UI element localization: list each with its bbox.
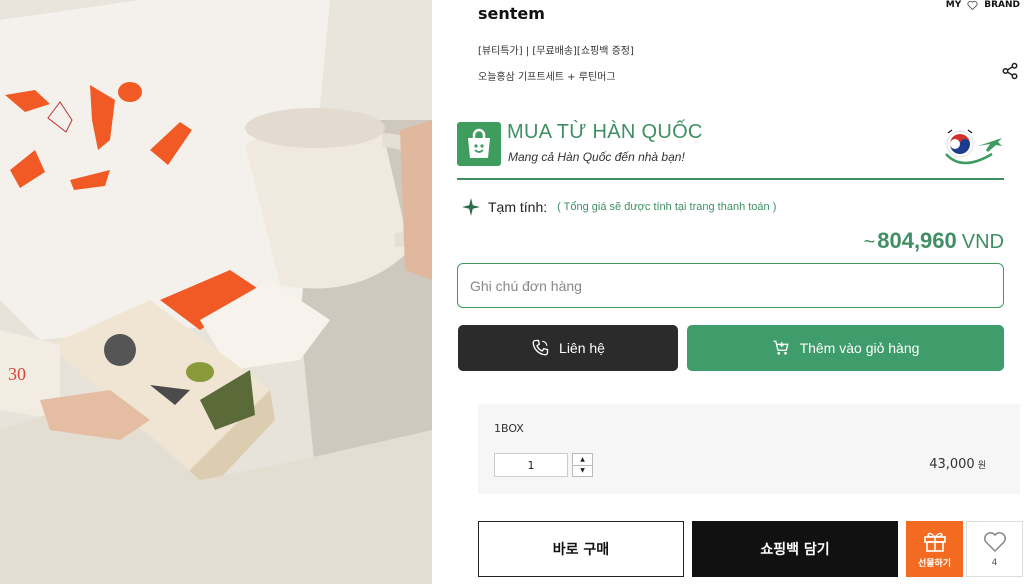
estimated-price: ~ 804,960 VND [864, 228, 1004, 254]
gift-icon [923, 532, 946, 552]
brand-link[interactable]: BRAND [984, 0, 1020, 10]
top-nav: MY BRAND [946, 0, 1020, 10]
quantity-input[interactable]: 1 [494, 453, 568, 477]
selected-option-box: 1BOX 1 ▲ ▼ 43,000 원 [478, 404, 1020, 494]
quantity-up-icon[interactable]: ▲ [573, 454, 592, 465]
box-number: 30 [8, 364, 26, 384]
product-title: 오늘홍삼 기프트세트 + 루틴머그 [478, 72, 616, 83]
quantity-arrows: ▲ ▼ [572, 453, 593, 477]
korea-import-banner: MUA TỪ HÀN QUỐC Mang cả Hàn Quốc đến nhà… [457, 118, 1004, 180]
estimate-label: Tạm tính: [488, 199, 548, 215]
gift-label: 선물하기 [917, 558, 952, 569]
add-to-cart-label: Thêm vào giỏ hàng [799, 340, 920, 356]
shopping-bag-icon [457, 122, 501, 166]
estimate-row: Tạm tính: ( Tổng giá sẽ được tính tại tr… [462, 198, 776, 216]
option-price: 43,000 원 [929, 457, 986, 472]
quantity-down-icon[interactable]: ▼ [573, 464, 592, 477]
cart-icon [773, 340, 789, 355]
buy-now-button[interactable]: 바로 구매 [478, 521, 684, 577]
banner-title: MUA TỪ HÀN QUỐC [507, 121, 703, 143]
price-value: 804,960 [877, 228, 957, 253]
sparkle-icon [462, 198, 480, 216]
brand-name[interactable]: sentem [478, 4, 545, 23]
heart-icon[interactable] [967, 0, 978, 10]
phone-icon [532, 339, 549, 356]
banner-subtitle: Mang cả Hàn Quốc đến nhà bạn! [508, 150, 685, 164]
wishlist-count: 4 [991, 557, 998, 568]
wishlist-button[interactable]: 4 [966, 521, 1023, 577]
product-photo: 30 [0, 0, 432, 584]
price-currency: VND [961, 231, 1004, 253]
contact-button[interactable]: Liên hệ [458, 325, 678, 371]
gift-button[interactable]: 선물하기 [906, 521, 963, 577]
option-name: 1BOX [494, 422, 524, 435]
contact-label: Liên hệ [559, 340, 605, 356]
heart-icon [983, 531, 1006, 552]
quantity-stepper: 1 ▲ ▼ [494, 453, 593, 477]
estimate-note: ( Tổng giá sẽ được tính tại trang thanh … [557, 201, 777, 213]
korea-flag-plane-icon [945, 129, 1002, 165]
share-icon[interactable] [1001, 62, 1019, 80]
add-to-cart-button[interactable]: Thêm vào giỏ hàng [687, 325, 1004, 371]
add-to-bag-button[interactable]: 쇼핑백 담기 [692, 521, 898, 577]
option-price-value: 43,000 [929, 457, 975, 472]
price-approx: ~ [863, 231, 876, 253]
my-link[interactable]: MY [946, 0, 961, 10]
product-tags: [뷰티특가] | [무료배송][쇼핑백 증정] [478, 46, 634, 57]
option-price-unit: 원 [977, 461, 986, 471]
order-note-input[interactable] [457, 263, 1004, 308]
